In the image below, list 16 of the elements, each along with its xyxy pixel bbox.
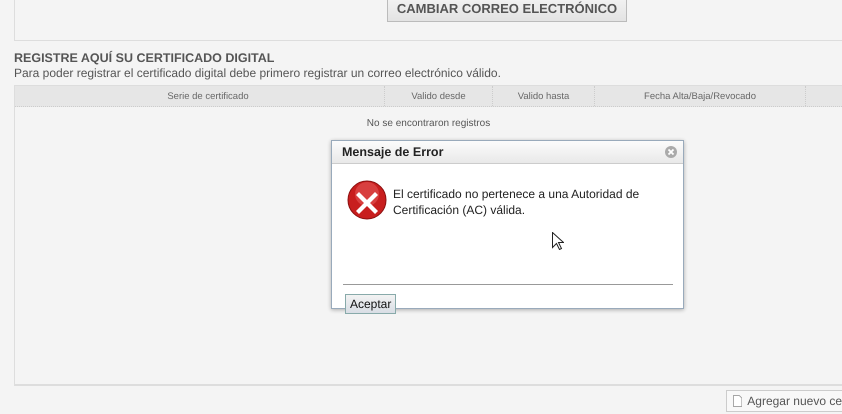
document-icon <box>733 394 742 408</box>
cursor-icon <box>552 232 564 250</box>
add-certificate-button[interactable]: Agregar nuevo ce <box>726 390 842 412</box>
accept-button[interactable]: Aceptar <box>345 294 396 314</box>
column-header: Serie de certificado <box>32 86 385 106</box>
dialog-title: Mensaje de Error <box>342 145 444 159</box>
error-icon <box>346 180 388 222</box>
close-icon[interactable] <box>665 146 677 158</box>
column-header: Fecha Alta/Baja/Revocado <box>595 86 806 106</box>
column-header: Valido desde <box>385 86 493 106</box>
empty-message: No se encontraron registros <box>366 118 492 129</box>
change-email-button[interactable]: CAMBIAR CORREO ELECTRÓNICO <box>387 0 627 22</box>
section-title: REGISTRE AQUÍ SU CERTIFICADO DIGITAL <box>14 51 276 65</box>
column-header: Valido hasta <box>493 86 595 106</box>
section-subtitle: Para poder registrar el certificado digital debe primero registrar un correo electrónico válido. <box>14 66 502 80</box>
error-message: El certificado no pertenece a una Autoridad de Certificación (AC) válida. <box>393 186 640 218</box>
